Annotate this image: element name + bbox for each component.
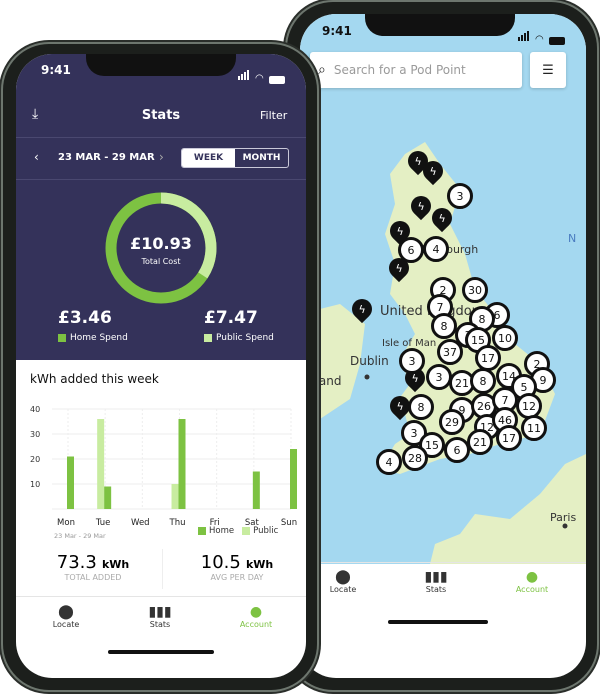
cluster-marker[interactable]: 4 xyxy=(376,449,402,475)
home-spend-legend: Home Spend xyxy=(58,333,128,343)
chart-legend: Home Public xyxy=(198,526,278,536)
status-icons: ◠ xyxy=(238,65,285,84)
status-time: 9:41 xyxy=(41,63,71,77)
cluster-marker[interactable]: 21 xyxy=(467,429,493,455)
x-tick-label: Sun xyxy=(281,518,297,528)
filter-link[interactable]: Filter xyxy=(260,109,287,122)
person-icon: ● xyxy=(249,604,263,620)
x-tick-label: Mon xyxy=(57,518,75,528)
cluster-marker[interactable]: 17 xyxy=(496,425,522,451)
public-spend-legend: Public Spend xyxy=(204,333,274,343)
nav-account[interactable]: ● Account xyxy=(226,604,286,629)
legend-public: Public xyxy=(253,526,279,536)
cluster-marker[interactable]: 11 xyxy=(521,415,547,441)
prev-week-button[interactable]: ‹ xyxy=(34,150,39,164)
chart-title: kWh added this week xyxy=(30,372,159,386)
map-screen: Edinburgh United Kingdom Isle of Man Dub… xyxy=(300,14,586,678)
home-spend-value: £3.46 xyxy=(58,308,112,328)
y-tick-label: 20 xyxy=(30,455,40,464)
period-toggle: WEEK MONTH xyxy=(181,148,289,168)
cluster-marker[interactable]: 37 xyxy=(437,339,463,365)
bar-chart-icon: ▮▮▮ xyxy=(148,604,172,620)
search-icon: ⌕ xyxy=(318,62,326,78)
cluster-marker[interactable]: 8 xyxy=(431,313,457,339)
person-icon: ● xyxy=(525,569,539,585)
next-week-button[interactable]: › xyxy=(159,150,164,164)
search-bar[interactable]: ⌕ Search for a Pod Point xyxy=(310,52,522,88)
public-spend-value: £7.47 xyxy=(204,308,258,328)
search-input[interactable]: Search for a Pod Point xyxy=(334,63,466,77)
nav-stats[interactable]: ▮▮▮ Stats xyxy=(406,569,466,594)
week-toggle[interactable]: WEEK xyxy=(182,149,235,167)
status-icons: ◠ xyxy=(518,26,565,45)
cluster-marker[interactable]: 8 xyxy=(470,368,496,394)
bar-home-thu xyxy=(178,419,186,509)
nav-locate[interactable]: ⬤ Locate xyxy=(36,604,96,629)
x-tick-label: Wed xyxy=(131,518,150,528)
cluster-marker[interactable]: 29 xyxy=(439,409,465,435)
total-cost: £10.93 xyxy=(130,234,192,253)
cluster-marker[interactable]: 30 xyxy=(462,277,488,303)
total-added-stat: 73.3 kWh TOTAL ADDED xyxy=(56,552,130,582)
map-pin-icon: ⬤ xyxy=(58,604,74,620)
bar-home-mon xyxy=(67,456,74,509)
map-label-north-sea: N xyxy=(568,232,577,245)
kwh-bar-chart: 10203040Mon Tue Wed Thu Fri Sat Sun xyxy=(30,405,297,528)
y-tick-label: 10 xyxy=(30,480,40,489)
nav-stats[interactable]: ▮▮▮ Stats xyxy=(130,604,190,629)
date-range: 23 MAR - 29 MAR xyxy=(58,152,155,163)
y-tick-label: 30 xyxy=(30,430,40,439)
stats-screen: 9:41 ◠ ⤓ Stats Filter ‹ 23 MAR - 29 MAR … xyxy=(16,54,306,678)
cluster-marker[interactable]: 4 xyxy=(423,236,449,262)
bar-home-tue xyxy=(104,486,112,509)
home-indicator xyxy=(388,620,488,624)
cluster-marker[interactable]: 6 xyxy=(398,237,424,263)
cluster-marker[interactable]: 3 xyxy=(426,364,452,390)
cluster-marker[interactable]: 28 xyxy=(402,445,428,471)
map-pin-icon: ⬤ xyxy=(335,569,351,585)
bar-home-sat xyxy=(252,471,260,509)
avg-per-day-stat: 10.5 kWh AVG PER DAY xyxy=(200,552,274,582)
nav-locate[interactable]: ⬤ Locate xyxy=(313,569,373,594)
cluster-marker[interactable]: 17 xyxy=(475,345,501,371)
x-tick-label: Tue xyxy=(95,518,111,528)
cluster-marker[interactable]: 3 xyxy=(447,183,473,209)
bar-public-tue xyxy=(97,419,105,509)
status-time: 9:41 xyxy=(322,24,352,38)
cluster-marker[interactable]: 3 xyxy=(399,348,425,374)
cluster-marker[interactable]: 8 xyxy=(408,394,434,420)
y-tick-label: 40 xyxy=(30,405,40,414)
nav-account[interactable]: ● Account xyxy=(502,569,562,594)
home-indicator xyxy=(108,650,214,654)
map-label-dublin: Dublin xyxy=(350,354,389,368)
filter-button[interactable]: ☰ xyxy=(530,52,566,88)
month-toggle[interactable]: MONTH xyxy=(235,149,288,167)
map-label-paris: Paris xyxy=(550,511,577,524)
bar-chart-icon: ▮▮▮ xyxy=(424,569,448,585)
sliders-icon: ☰ xyxy=(542,62,554,78)
date-caption: 23 Mar - 29 Mar xyxy=(54,532,106,540)
legend-home: Home xyxy=(209,526,235,536)
bar-home-sun xyxy=(290,449,297,509)
bar-public-thu xyxy=(171,484,179,509)
x-tick-label: Thu xyxy=(169,518,186,528)
total-cost-label: Total Cost xyxy=(141,257,181,266)
